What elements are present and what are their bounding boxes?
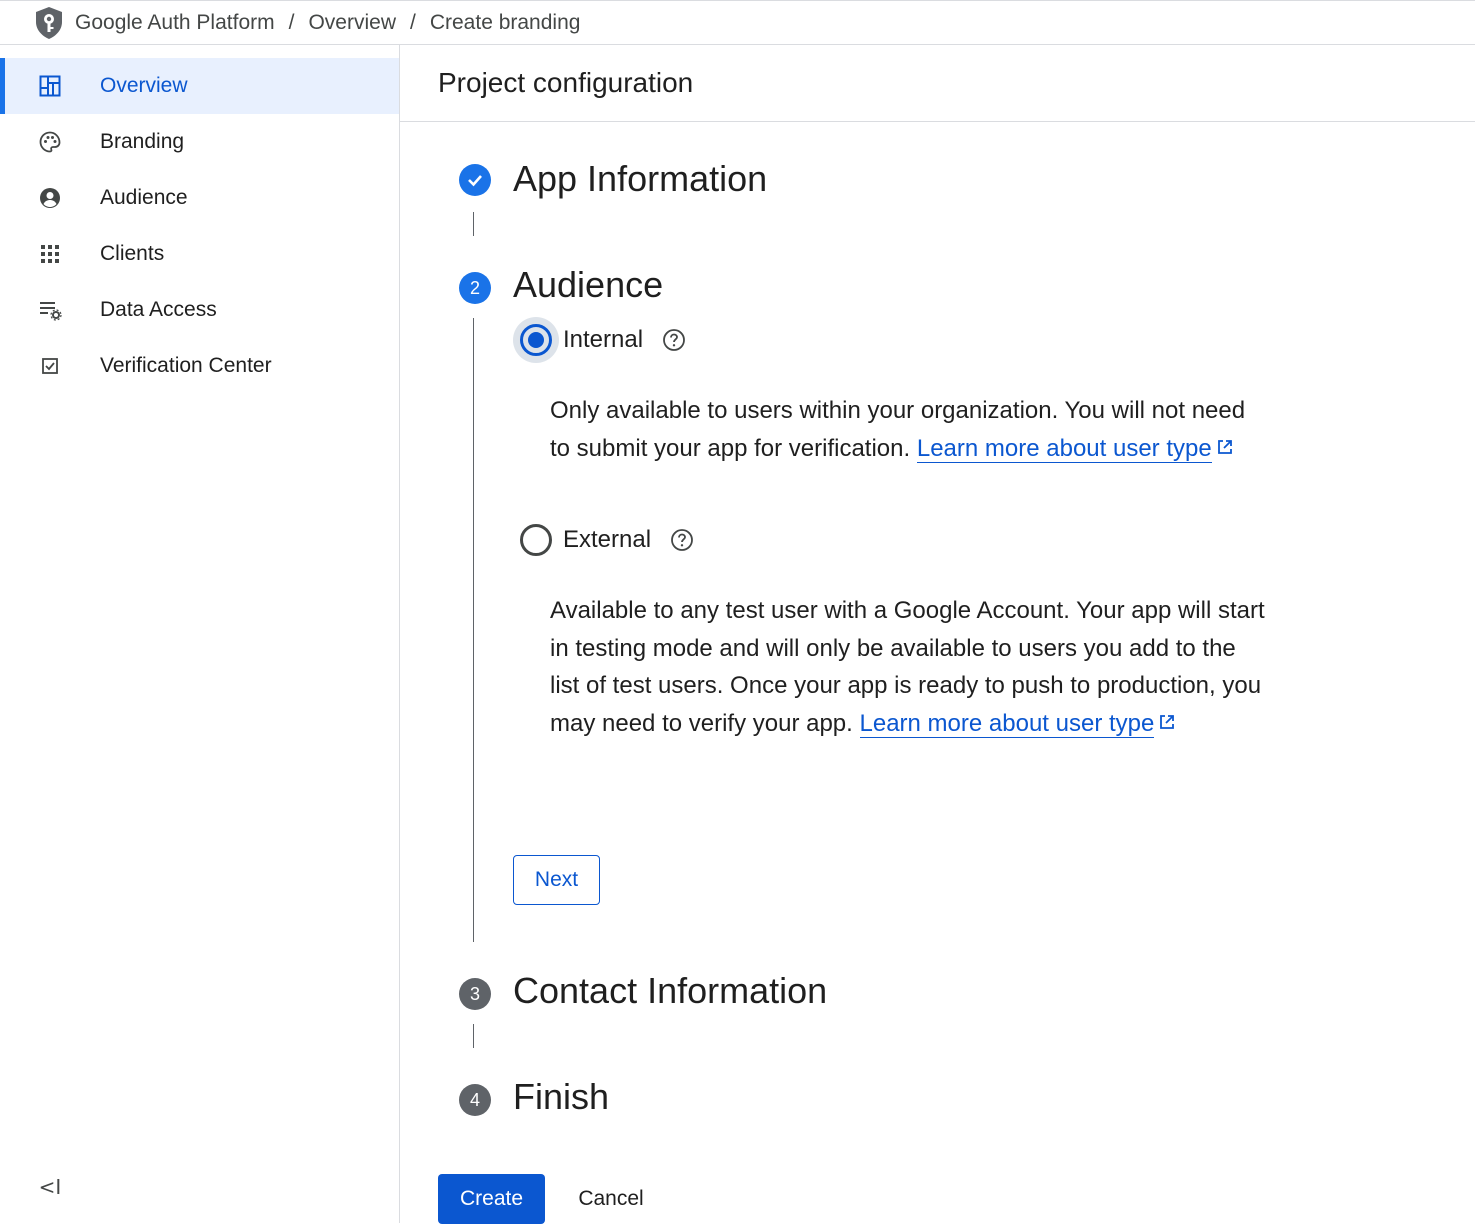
radio-dot [528, 332, 544, 348]
page-header: Project configuration [400, 45, 1475, 122]
step-connector [473, 1024, 474, 1048]
create-button[interactable]: Create [438, 1174, 545, 1224]
step-connector [473, 212, 474, 236]
radio-external-label: External [563, 526, 652, 553]
sidebar-item-label: Verification Center [100, 354, 272, 377]
step-number-badge: 4 [459, 1084, 491, 1116]
breadcrumb-overview[interactable]: Overview [308, 11, 396, 35]
radio-internal-label: Internal [563, 326, 644, 353]
radio-option-internal[interactable]: Internal [513, 317, 687, 363]
step-number-badge: 3 [459, 978, 491, 1010]
step-complete-check-icon [459, 164, 491, 196]
palette-icon [37, 129, 63, 155]
radio-internal[interactable] [513, 317, 559, 363]
cancel-button[interactable]: Cancel [563, 1174, 659, 1224]
step-number-badge: 2 [459, 272, 491, 304]
sidebar-item-branding[interactable]: Branding [0, 114, 399, 170]
sidebar-item-clients[interactable]: Clients [0, 226, 399, 282]
account-circle-icon [37, 185, 63, 211]
list-settings-icon [37, 297, 63, 323]
external-description: Available to any test user with a Google… [550, 592, 1270, 743]
sidebar-item-label: Clients [100, 242, 165, 265]
step-title-app-information[interactable]: App Information [513, 158, 767, 200]
breadcrumb-separator: / [288, 10, 295, 34]
breadcrumb-google-auth-platform[interactable]: Google Auth Platform [75, 11, 275, 35]
breadcrumb-separator: / [410, 10, 416, 34]
collapse-sidebar-button[interactable]: <I [36, 1173, 64, 1201]
page-title: Project configuration [438, 67, 694, 98]
external-link-icon[interactable] [1216, 430, 1234, 468]
sidebar: Overview Branding Audience Clients Data … [0, 45, 400, 1223]
step-connector [473, 318, 474, 942]
radio-option-external[interactable]: External [513, 517, 695, 563]
step-title-finish: Finish [513, 1076, 610, 1117]
internal-description: Only available to users within your orga… [550, 392, 1270, 468]
checkbox-icon [37, 353, 63, 379]
radio-ring [520, 524, 552, 556]
step-title-audience: Audience [513, 264, 664, 305]
top-bar: Google Auth Platform / Overview / Create… [0, 0, 1475, 45]
dashboard-icon [37, 73, 63, 99]
main-content: Project configuration App Information 2 … [400, 45, 1475, 1224]
sidebar-item-label: Overview [100, 74, 188, 97]
sidebar-item-audience[interactable]: Audience [0, 170, 399, 226]
sidebar-item-verification-center[interactable]: Verification Center [0, 338, 399, 394]
learn-more-user-type-link[interactable]: Learn more about user type [859, 709, 1155, 738]
sidebar-item-data-access[interactable]: Data Access [0, 282, 399, 338]
sidebar-item-label: Data Access [100, 298, 217, 321]
radio-ring [520, 324, 552, 356]
sidebar-item-label: Branding [100, 130, 185, 153]
sidebar-item-overview[interactable]: Overview [0, 58, 399, 114]
auth-platform-shield-icon [34, 6, 64, 40]
external-link-icon[interactable] [1158, 705, 1176, 743]
step-title-contact-information: Contact Information [513, 970, 828, 1011]
sidebar-item-label: Audience [100, 186, 188, 209]
help-icon[interactable] [661, 327, 687, 353]
next-button[interactable]: Next [513, 855, 600, 905]
learn-more-user-type-link[interactable]: Learn more about user type [916, 434, 1212, 463]
help-icon[interactable] [669, 527, 695, 553]
apps-grid-icon [37, 241, 63, 267]
radio-external[interactable] [513, 517, 559, 563]
breadcrumb-create-branding: Create branding [429, 10, 581, 34]
